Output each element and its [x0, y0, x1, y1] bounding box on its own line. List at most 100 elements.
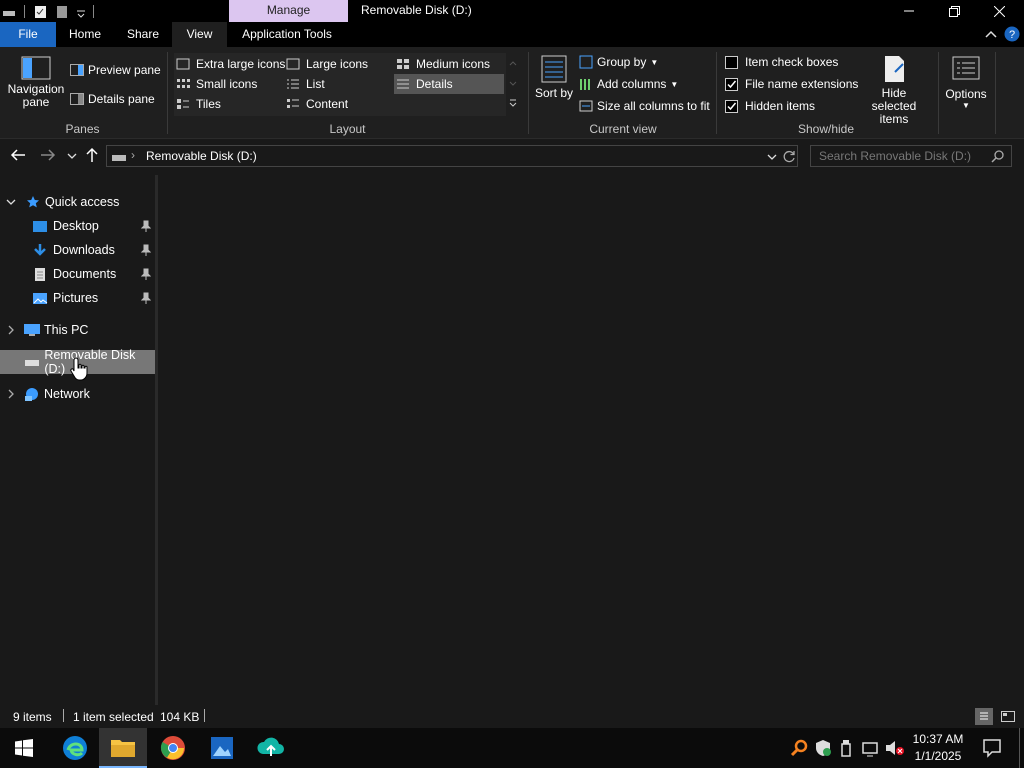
title-bar	[0, 0, 1024, 22]
back-arrow-icon[interactable]	[10, 148, 26, 162]
manage-context-tab[interactable]: Manage	[229, 0, 348, 22]
layout-content[interactable]: Content	[286, 96, 348, 112]
photos-icon	[211, 737, 233, 759]
details-pane-button[interactable]: Details pane	[70, 91, 155, 107]
tab-file[interactable]: File	[0, 22, 56, 47]
details-view-toggle[interactable]	[975, 708, 993, 725]
layout-small-icons[interactable]: Small icons	[176, 76, 257, 92]
pictures-icon	[33, 292, 48, 304]
start-button[interactable]	[0, 728, 48, 768]
size-all-columns-button[interactable]: Size all columns to fit	[579, 98, 710, 114]
taskbar-edge[interactable]	[51, 728, 99, 768]
list-icon	[287, 79, 299, 89]
large-icons-view-icon	[1001, 711, 1015, 722]
customize-qat-icon[interactable]	[76, 5, 86, 18]
size-columns-icon	[579, 100, 593, 112]
nav-item-label: Pictures	[53, 291, 99, 305]
minimize-button[interactable]	[886, 0, 932, 22]
collapse-chevron-icon[interactable]	[6, 324, 16, 336]
taskbar-chrome[interactable]	[149, 728, 197, 768]
taskbar-photos[interactable]	[198, 728, 246, 768]
file-list-area[interactable]	[158, 175, 1024, 705]
downloads-icon	[34, 244, 46, 256]
status-separator	[63, 709, 64, 722]
security-tray-icon[interactable]	[814, 738, 832, 758]
notification-icon[interactable]	[982, 738, 1002, 758]
checkbox-checked-icon	[725, 77, 738, 91]
tiles-icon	[177, 99, 189, 109]
address-history-chevron-icon[interactable]	[767, 153, 777, 161]
hide-selected-items-button[interactable]: Hide selected items	[858, 54, 930, 126]
network-tray-icon[interactable]	[861, 738, 879, 758]
options-label: Options	[945, 87, 987, 101]
group-by-button[interactable]: Group by ▼	[579, 54, 658, 70]
layout-option-label: Tiles	[196, 97, 221, 111]
recent-locations-chevron-icon[interactable]	[67, 152, 77, 160]
minimize-icon	[904, 10, 914, 12]
sort-by-button[interactable]: Sort by	[535, 54, 573, 116]
close-button[interactable]	[976, 0, 1022, 22]
layout-large-icons[interactable]: Large icons	[286, 56, 368, 72]
hide-selected-items-icon	[885, 56, 904, 82]
layout-medium-icons[interactable]: Medium icons	[396, 56, 490, 72]
refresh-icon[interactable]	[783, 150, 796, 163]
nav-item-label: Removable Disk (D:)	[44, 348, 136, 376]
taskbar-upload-app[interactable]	[247, 728, 295, 768]
pin-icon	[141, 220, 151, 232]
layout-details[interactable]: Details	[394, 74, 504, 94]
layout-list[interactable]: List	[286, 76, 325, 92]
preview-pane-icon	[70, 64, 84, 76]
options-button[interactable]: Options ▼	[942, 54, 990, 116]
nav-item-label: Documents	[53, 267, 117, 281]
breadcrumb-path[interactable]: Removable Disk (D:)	[146, 149, 257, 163]
restore-button[interactable]	[931, 0, 977, 22]
layout-extra-large-icons[interactable]: Extra large icons	[176, 56, 285, 72]
nav-downloads[interactable]: Downloads	[0, 238, 155, 262]
add-columns-button[interactable]: Add columns ▼	[579, 76, 678, 92]
help-icon[interactable]: ?	[1004, 26, 1020, 42]
magnifier-tray-icon[interactable]	[790, 738, 808, 758]
layout-tiles[interactable]: Tiles	[176, 96, 221, 112]
preview-pane-button[interactable]: Preview pane	[70, 62, 161, 78]
file-name-extensions-toggle[interactable]: File name extensions	[725, 76, 858, 92]
nav-this-pc[interactable]: This PC	[0, 318, 155, 342]
nav-quick-access[interactable]: Quick access	[0, 190, 155, 214]
network-icon	[25, 388, 38, 401]
collapse-ribbon-icon[interactable]	[984, 29, 998, 39]
nav-network[interactable]: Network	[0, 382, 155, 406]
show-desktop-button[interactable]	[1019, 728, 1024, 768]
nav-item-label: This PC	[44, 323, 89, 337]
clock[interactable]: 10:37 AM 1/1/2025	[906, 731, 970, 765]
nav-pictures[interactable]: Pictures	[0, 286, 155, 310]
hidden-items-toggle[interactable]: Hidden items	[725, 98, 815, 114]
nav-documents[interactable]: Documents	[0, 262, 155, 286]
navigation-pane-button[interactable]: Navigation pane	[6, 54, 66, 116]
file-explorer-icon	[111, 740, 135, 757]
checkbox-checked-icon	[725, 99, 738, 113]
qat-separator	[24, 5, 25, 18]
tab-home[interactable]: Home	[60, 22, 110, 47]
tab-view[interactable]: View	[172, 22, 227, 47]
collapse-chevron-icon[interactable]	[6, 388, 16, 400]
layout-scroll-icon[interactable]	[508, 58, 518, 108]
large-icons-view-toggle[interactable]	[999, 708, 1017, 725]
forward-arrow-icon[interactable]	[40, 148, 56, 162]
up-arrow-icon[interactable]	[85, 147, 99, 163]
search-box[interactable]: Search Removable Disk (D:)	[810, 145, 1012, 167]
address-bar[interactable]: › Removable Disk (D:)	[106, 145, 798, 167]
volume-muted-icon[interactable]	[884, 738, 906, 758]
tab-application-tools[interactable]: Application Tools	[232, 22, 342, 47]
dropdown-arrow-icon: ▼	[670, 79, 679, 89]
navigation-pane-label: Navigation pane	[7, 82, 65, 109]
tab-share[interactable]: Share	[118, 22, 168, 47]
usb-tray-icon[interactable]	[839, 738, 853, 758]
desktop-icon	[33, 220, 47, 232]
item-check-boxes-toggle[interactable]: Item check boxes	[725, 54, 838, 70]
properties-icon[interactable]	[34, 5, 47, 18]
taskbar-file-explorer[interactable]	[99, 728, 147, 768]
expand-chevron-icon[interactable]	[5, 197, 17, 207]
details-icon	[397, 79, 409, 89]
new-folder-icon[interactable]	[56, 5, 68, 18]
current-view-group-label: Current view	[589, 122, 657, 136]
nav-desktop[interactable]: Desktop	[0, 214, 155, 238]
